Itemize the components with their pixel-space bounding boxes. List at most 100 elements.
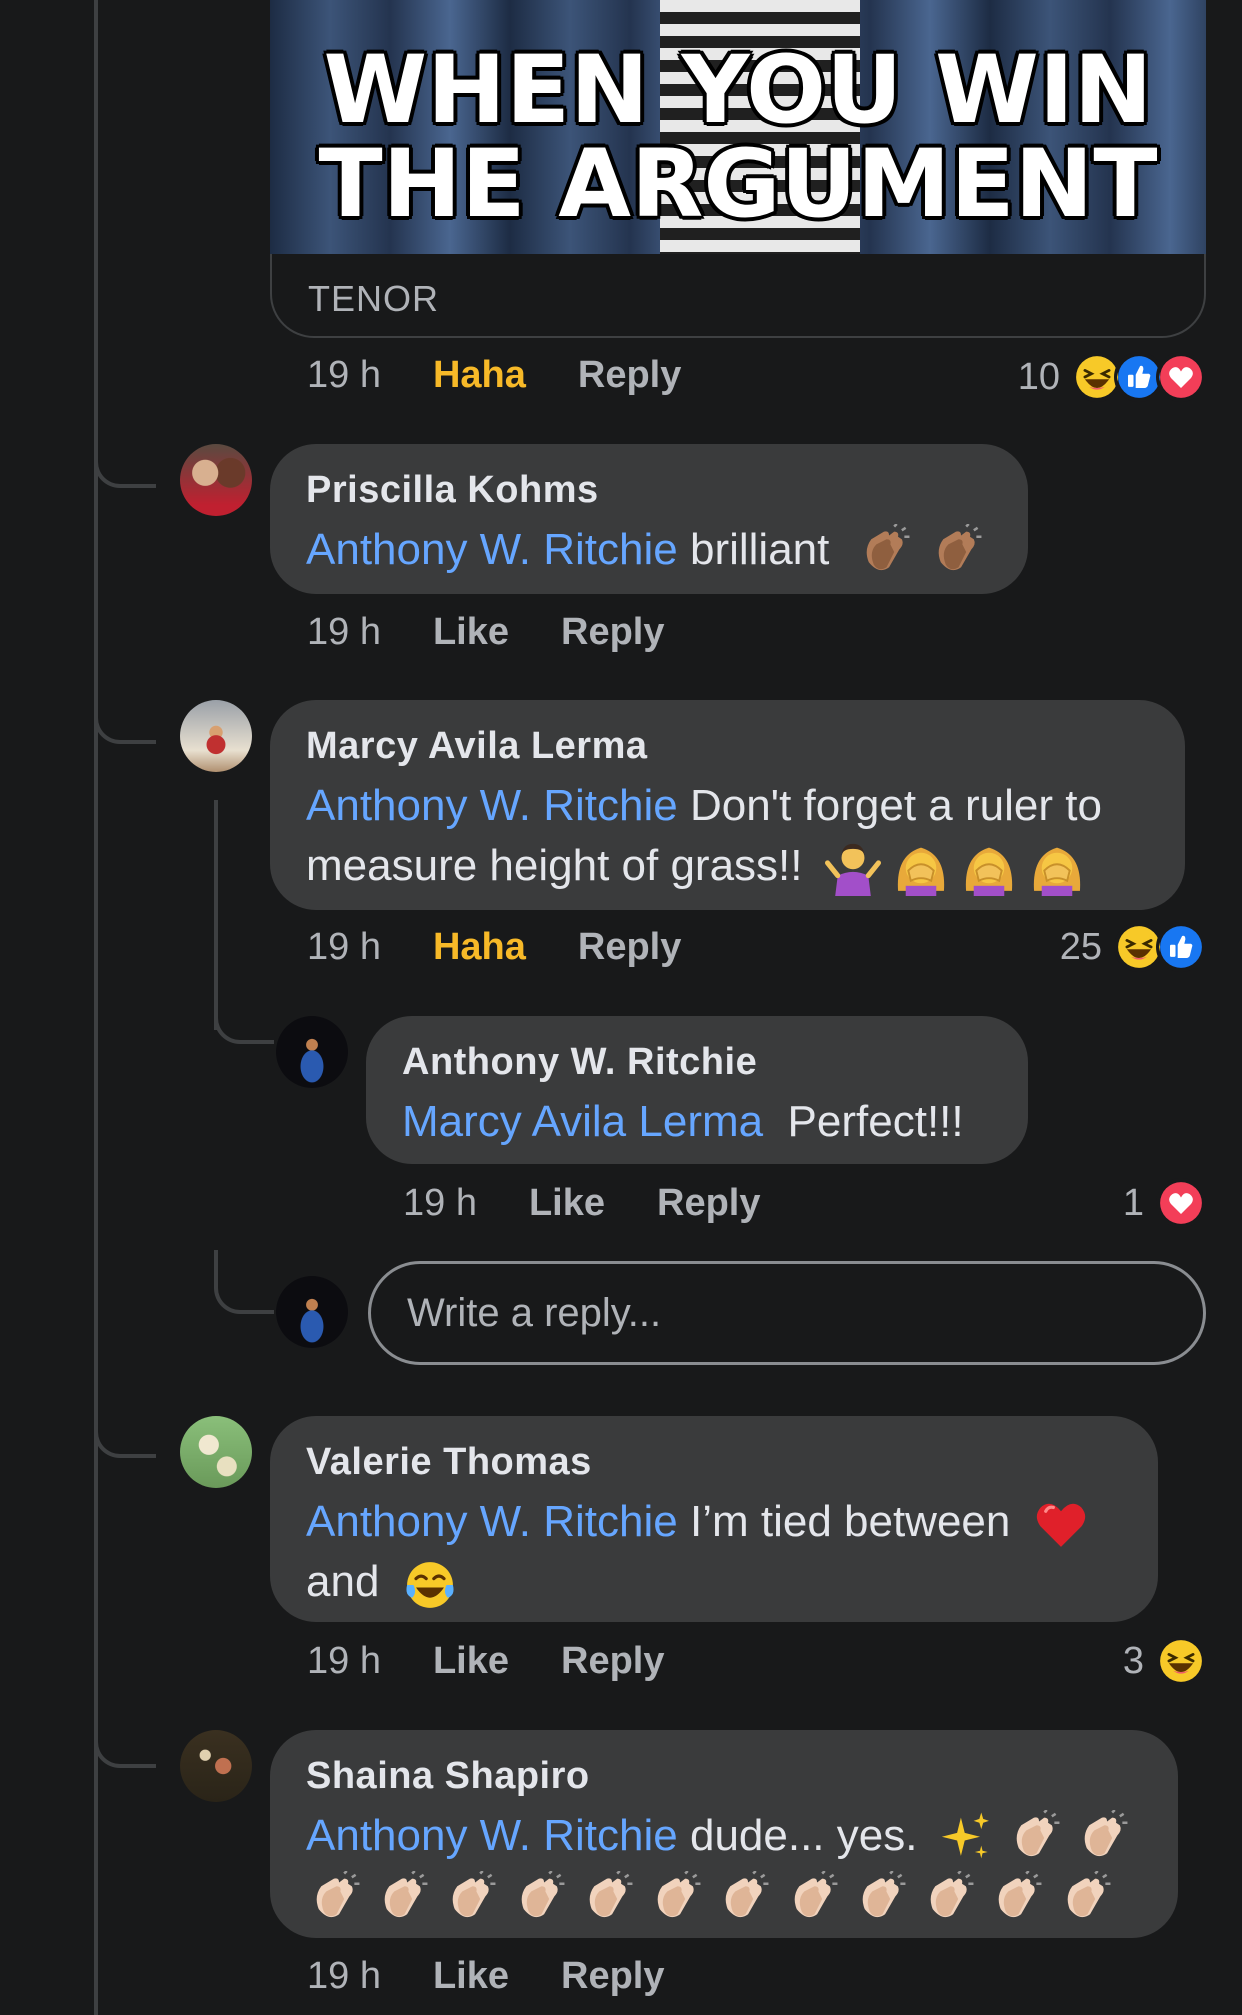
- reaction-summary[interactable]: 10: [1018, 352, 1206, 402]
- thread-connector-nested: [214, 1250, 274, 1314]
- haha-emoji-icon: [1156, 1636, 1206, 1686]
- love-heart-icon: [1156, 352, 1206, 402]
- clapping-hands-emoji: [374, 1871, 430, 1927]
- gif-caption-line2: THE ARGUMENT: [318, 130, 1158, 239]
- reply-button[interactable]: Reply: [578, 354, 681, 397]
- reply-button[interactable]: Reply: [561, 611, 664, 654]
- clapping-hands-emoji: [988, 1871, 1044, 1927]
- clapping-hands-emoji: [852, 1871, 908, 1927]
- reaction-count: 3: [1122, 1639, 1144, 1682]
- gif-source-label: TENOR: [308, 278, 439, 319]
- clapping-hands-emoji: [579, 1871, 635, 1927]
- clapping-hands-emoji: [1057, 1871, 1113, 1927]
- comment-meta-row: 19 h Like Reply: [307, 1951, 717, 2001]
- comment-bubble: Marcy Avila Lerma Anthony W. Ritchie Don…: [270, 700, 1185, 910]
- face-palm-emoji: [1029, 840, 1085, 896]
- thread-connector: [94, 1390, 156, 1458]
- red-heart-emoji: [1033, 1496, 1089, 1552]
- timestamp[interactable]: 19 h: [307, 354, 381, 397]
- mention-link[interactable]: Marcy Avila Lerma: [402, 1097, 763, 1146]
- clapping-hands-emoji: [511, 1871, 567, 1927]
- like-button[interactable]: Like: [433, 611, 509, 654]
- reaction-summary[interactable]: 3: [1123, 1636, 1206, 1686]
- gif-meta-row: 19 h Haha Reply: [307, 350, 733, 400]
- comment-body: I’m tied between: [689, 1497, 1011, 1546]
- timestamp[interactable]: 19 h: [307, 1640, 381, 1683]
- mention-link[interactable]: Anthony W. Ritchie: [306, 1497, 678, 1546]
- comment-author[interactable]: Priscilla Kohms: [306, 466, 992, 514]
- clapping-hands-emoji: [928, 524, 984, 580]
- face-palm-emoji: [961, 840, 1017, 896]
- face-palm-emoji: [893, 840, 949, 896]
- sparkles-emoji: [938, 1810, 994, 1866]
- haha-button[interactable]: Haha: [433, 354, 526, 397]
- comment-meta-row: 19 h Haha Reply: [307, 922, 733, 972]
- comment-text: Marcy Avila Lerma Perfect!!!: [402, 1092, 992, 1152]
- avatar[interactable]: [180, 700, 252, 772]
- avatar[interactable]: [180, 1416, 252, 1488]
- woman-shrugging-emoji: [825, 840, 881, 896]
- comment-bubble: Shaina Shapiro Anthony W. Ritchie dude..…: [270, 1730, 1178, 1938]
- mention-link[interactable]: Anthony W. Ritchie: [306, 781, 678, 830]
- comment-author[interactable]: Anthony W. Ritchie: [402, 1038, 992, 1086]
- comment-author[interactable]: Marcy Avila Lerma: [306, 722, 1149, 770]
- comment-body-line2: measure height of grass!!: [306, 841, 803, 890]
- tears-of-joy-emoji: [402, 1557, 458, 1613]
- reaction-summary[interactable]: 25: [1060, 922, 1206, 972]
- reaction-summary[interactable]: 1: [1123, 1178, 1206, 1228]
- comment-text: Anthony W. Ritchie dude... yes.: [306, 1806, 1142, 1927]
- avatar[interactable]: [180, 444, 252, 516]
- clapping-hands-emoji: [306, 1871, 362, 1927]
- like-button[interactable]: Like: [529, 1182, 605, 1225]
- clapping-hands-emoji: [715, 1871, 771, 1927]
- haha-button[interactable]: Haha: [433, 926, 526, 969]
- reply-button[interactable]: Reply: [657, 1182, 760, 1225]
- comment-body: dude... yes.: [689, 1811, 918, 1860]
- comment-bubble: Priscilla Kohms Anthony W. Ritchie brill…: [270, 444, 1028, 594]
- comment-body: brilliant: [689, 525, 830, 574]
- comment-body: Perfect!!!: [787, 1097, 964, 1146]
- reaction-count: 25: [1059, 925, 1102, 968]
- comment-body: Don't forget a ruler to: [689, 781, 1102, 830]
- comment-author[interactable]: Shaina Shapiro: [306, 1752, 1142, 1800]
- reply-button[interactable]: Reply: [561, 1955, 664, 1998]
- clapping-hands-emoji: [920, 1871, 976, 1927]
- comment-text: Anthony W. Ritchie brilliant: [306, 520, 992, 580]
- reaction-count: 10: [1017, 355, 1060, 398]
- clapping-hands-emoji: [784, 1871, 840, 1927]
- gif-attachment[interactable]: WHEN YOU WIN THE ARGUMENT: [270, 0, 1206, 254]
- gif-caption-line1: WHEN YOU WIN: [323, 36, 1153, 145]
- like-thumb-icon: [1156, 922, 1206, 972]
- comment-text: Anthony W. Ritchie I’m tied between and: [306, 1492, 1122, 1613]
- avatar: [276, 1276, 348, 1348]
- avatar[interactable]: [276, 1016, 348, 1088]
- comment-bubble: Valerie Thomas Anthony W. Ritchie I’m ti…: [270, 1416, 1158, 1622]
- avatar[interactable]: [180, 1730, 252, 1802]
- comment-bubble: Anthony W. Ritchie Marcy Avila Lerma Per…: [366, 1016, 1028, 1164]
- clapping-hands-emoji: [647, 1871, 703, 1927]
- gif-source-footer[interactable]: TENOR: [270, 254, 1206, 338]
- like-button[interactable]: Like: [433, 1955, 509, 1998]
- timestamp[interactable]: 19 h: [403, 1182, 477, 1225]
- reply-button[interactable]: Reply: [578, 926, 681, 969]
- comment-meta-row: 19 h Like Reply: [307, 1636, 717, 1686]
- like-button[interactable]: Like: [433, 1640, 509, 1683]
- timestamp[interactable]: 19 h: [307, 611, 381, 654]
- comment-body-line2: and: [306, 1557, 380, 1607]
- clapping-hands-emoji: [1006, 1810, 1062, 1866]
- comment-meta-row: 19 h Like Reply: [403, 1178, 813, 1228]
- reply-button[interactable]: Reply: [561, 1640, 664, 1683]
- thread-connector: [94, 676, 156, 744]
- mention-link[interactable]: Anthony W. Ritchie: [306, 525, 678, 574]
- comment-text: Anthony W. Ritchie Don't forget a ruler …: [306, 776, 1149, 896]
- timestamp[interactable]: 19 h: [307, 926, 381, 969]
- write-reply-input[interactable]: [368, 1261, 1206, 1365]
- comment-author[interactable]: Valerie Thomas: [306, 1438, 1122, 1486]
- timestamp[interactable]: 19 h: [307, 1955, 381, 1998]
- comment-meta-row: 19 h Like Reply: [307, 607, 717, 657]
- mention-link[interactable]: Anthony W. Ritchie: [306, 1811, 678, 1860]
- thread-connector: [94, 1700, 156, 1768]
- thread-connector: [94, 420, 156, 488]
- reaction-count: 1: [1122, 1181, 1144, 1224]
- clapping-hands-emoji: [856, 524, 912, 580]
